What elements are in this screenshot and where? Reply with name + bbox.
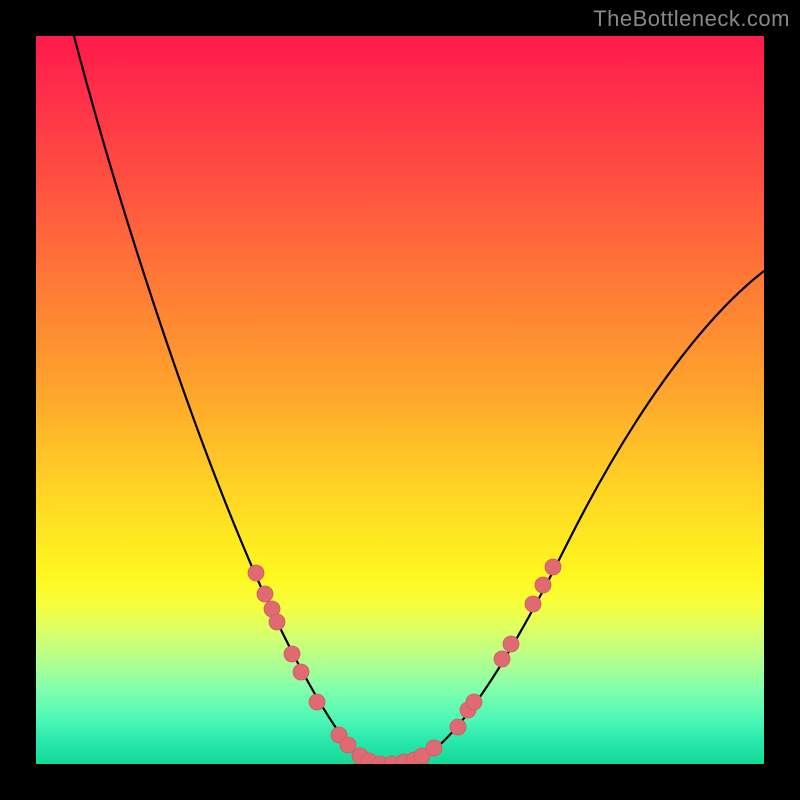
data-point [466,694,482,710]
data-point [248,565,264,581]
right-curve [388,271,764,764]
plot-area [36,36,764,764]
data-point [257,586,273,602]
data-point [309,694,325,710]
data-point [503,636,519,652]
data-point [450,719,466,735]
chart-overlay [36,36,764,764]
data-point [494,651,510,667]
chart-frame: TheBottleneck.com [0,0,800,800]
data-point [293,664,309,680]
data-point [269,614,285,630]
data-point [545,559,561,575]
watermark-text: TheBottleneck.com [593,6,790,32]
data-point [426,740,442,756]
data-points [248,559,561,764]
left-curve [74,36,388,764]
data-point [535,577,551,593]
data-point [284,646,300,662]
data-point [525,596,541,612]
